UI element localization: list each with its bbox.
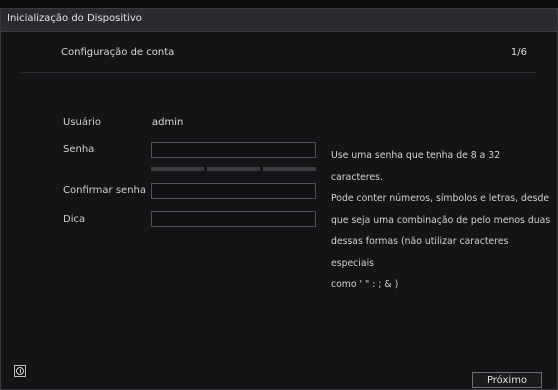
title-bar: Inicialização do Dispositivo xyxy=(1,9,557,32)
init-wizard-window: Inicialização do Dispositivo Configuraçã… xyxy=(0,8,558,390)
step-counter: 1/6 xyxy=(510,47,527,58)
strength-segment xyxy=(207,167,260,171)
user-value: admin xyxy=(152,117,184,128)
password-rules-line: Use uma senha que tenha de 8 a 32 caract… xyxy=(331,150,501,183)
password-rules-line: como ' " : ; & ) xyxy=(331,279,399,290)
confirm-password-label: Confirmar senha xyxy=(63,185,146,196)
strength-segment xyxy=(151,167,204,171)
password-rules-line: dessas formas (não utilizar caracteres e… xyxy=(331,236,509,269)
hint-field[interactable] xyxy=(151,211,316,227)
header-divider xyxy=(21,72,537,73)
password-rules-text: Use uma senha que tenha de 8 a 32 caract… xyxy=(331,145,551,296)
password-label: Senha xyxy=(63,144,95,155)
strength-segment xyxy=(263,167,316,171)
window-title: Inicialização do Dispositivo xyxy=(7,13,142,24)
step-title: Configuração de conta xyxy=(61,47,175,58)
info-icon[interactable] xyxy=(14,365,26,377)
next-button[interactable]: Próximo xyxy=(472,372,542,388)
hint-label: Dica xyxy=(63,214,86,225)
password-rules-line: que seja uma combinação de pelo menos du… xyxy=(331,214,551,226)
password-strength-meter xyxy=(151,167,316,171)
info-circle-icon xyxy=(16,367,24,375)
confirm-password-field[interactable] xyxy=(151,183,316,199)
password-rules-line: Pode conter números, símbolos e letras, … xyxy=(331,193,550,204)
password-field[interactable] xyxy=(151,142,316,158)
user-label: Usuário xyxy=(63,117,102,128)
